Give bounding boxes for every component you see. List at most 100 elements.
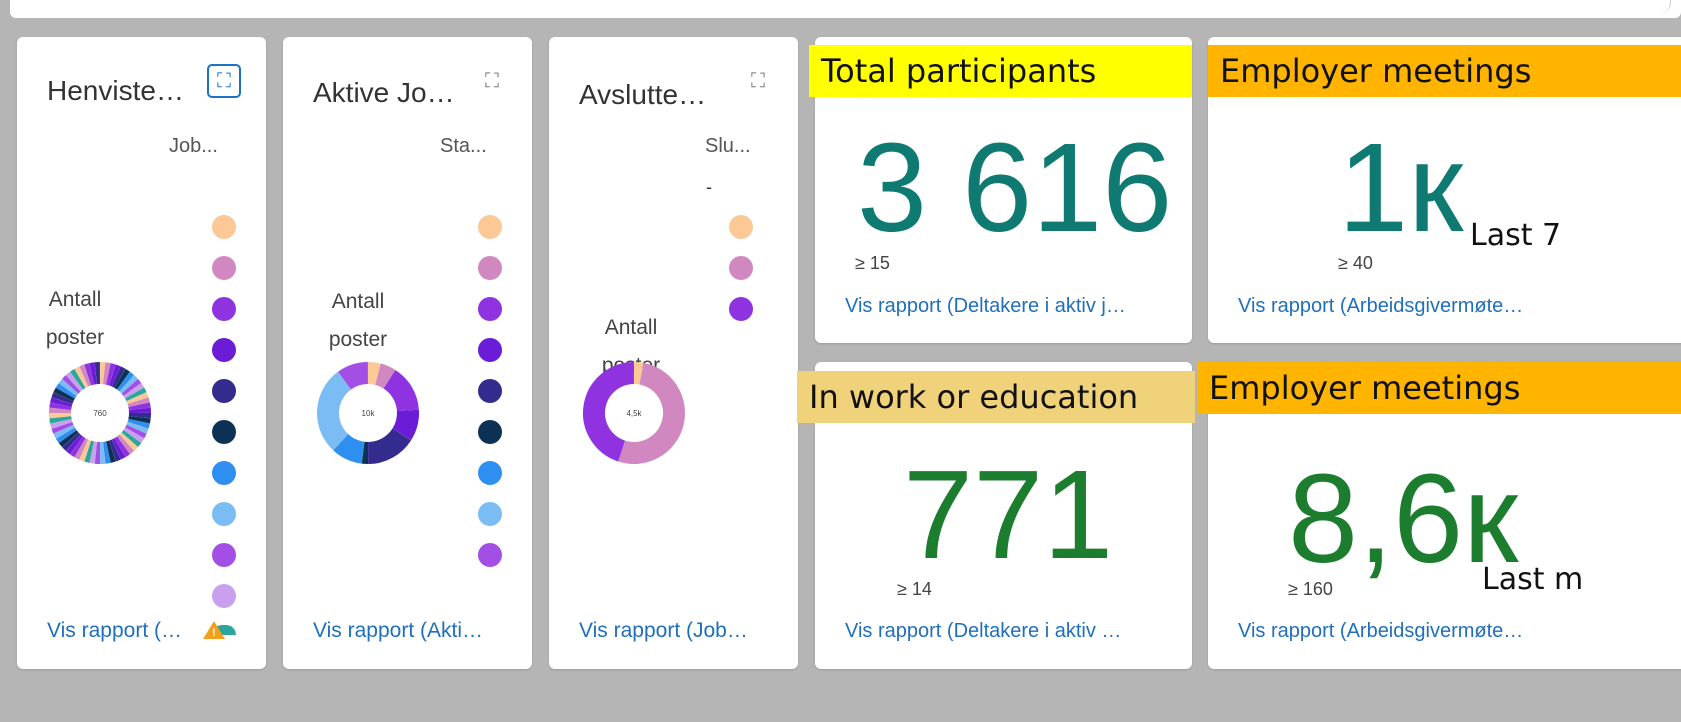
legend-dot[interactable] [478, 256, 502, 280]
view-report-link[interactable]: Vis rapport (Arbeidsgivermøte… [1238, 295, 1523, 318]
donut-card-avsluttede[interactable]: Avslutte… ⛶ Slu... - Antall poster 4,5k … [549, 37, 798, 669]
donut-segment[interactable] [84, 440, 95, 463]
donut-segment[interactable] [108, 439, 121, 462]
donut-card-aktive[interactable]: Aktive Jo… ⛶ Sta... Antall poster 10k Vi… [283, 37, 532, 669]
donut-segment[interactable] [126, 392, 149, 405]
donut-segment[interactable] [74, 366, 89, 388]
donut-segment[interactable] [119, 432, 138, 451]
donut-segment[interactable] [55, 383, 77, 399]
donut-segment[interactable] [128, 402, 151, 411]
view-report-link[interactable]: Vis rapport (Deltakere i aktiv … [845, 620, 1121, 643]
donut-segment[interactable] [383, 369, 419, 412]
donut-segment[interactable] [70, 436, 86, 458]
donut-segment[interactable] [633, 362, 644, 385]
donut-segment[interactable] [121, 378, 142, 397]
donut-segment[interactable] [125, 424, 147, 439]
legend-dot[interactable] [478, 461, 502, 485]
legend-dot[interactable] [212, 461, 236, 485]
donut-segment[interactable] [84, 363, 95, 386]
donut-segment[interactable] [123, 427, 145, 443]
donut-segment[interactable] [126, 421, 149, 434]
legend-dot[interactable] [478, 379, 502, 403]
donut-segment[interactable] [374, 363, 396, 389]
donut-segment[interactable] [125, 387, 147, 402]
donut-segment[interactable] [111, 366, 126, 388]
donut-segment[interactable] [79, 364, 92, 387]
view-report-link[interactable]: Vis rapport (Akti… [313, 619, 483, 643]
donut-segment[interactable] [89, 362, 98, 385]
donut-segment[interactable] [392, 409, 419, 441]
view-report-link[interactable]: Vis rapport (Arbeidsgivermøte… [1238, 620, 1523, 643]
legend-dot[interactable] [478, 502, 502, 526]
donut-segment[interactable] [114, 436, 130, 458]
donut-segment[interactable] [116, 371, 135, 392]
donut-segment[interactable] [50, 397, 73, 408]
donut-segment[interactable] [128, 415, 151, 424]
legend-dot[interactable] [478, 215, 502, 239]
card-title: Henviste… [47, 75, 184, 106]
view-report-link[interactable]: Vis rapport (Deltakere i aktiv j… [845, 295, 1126, 318]
donut-segment[interactable] [338, 362, 369, 390]
donut-segment[interactable] [58, 429, 79, 448]
legend-dot[interactable] [212, 420, 236, 444]
donut-segment[interactable] [121, 429, 142, 448]
legend-dot[interactable] [212, 379, 236, 403]
donut-segment[interactable] [53, 387, 75, 402]
donut-segment[interactable] [51, 392, 74, 405]
donut-segment[interactable] [119, 375, 138, 394]
donut-segment[interactable] [58, 378, 79, 397]
donut-segment[interactable] [111, 438, 126, 460]
donut-segment[interactable] [102, 362, 111, 385]
donut-segment[interactable] [49, 415, 72, 424]
legend-dot[interactable] [212, 297, 236, 321]
donut-segment[interactable] [105, 440, 116, 463]
expand-icon[interactable]: ⛶ [475, 64, 509, 98]
donut-segment[interactable] [102, 441, 111, 464]
donut-segment[interactable] [51, 421, 74, 434]
donut-segment[interactable] [114, 368, 130, 390]
donut-segment[interactable] [127, 418, 150, 429]
donut-segment[interactable] [123, 383, 145, 399]
legend-dot[interactable] [478, 297, 502, 321]
expand-icon[interactable]: ⛶ [207, 64, 241, 98]
donut-segment[interactable] [127, 397, 150, 408]
donut-card-henviste[interactable]: Henviste… ⛶ Job... Antall poster 760 Vis… [17, 37, 266, 669]
donut-chart[interactable]: 4,5k [581, 360, 687, 466]
legend-dot[interactable] [478, 338, 502, 362]
legend-dot[interactable] [212, 256, 236, 280]
donut-segment[interactable] [65, 371, 84, 392]
donut-segment[interactable] [65, 434, 84, 455]
donut-segment[interactable] [55, 427, 77, 443]
donut-segment[interactable] [317, 371, 352, 451]
donut-segment[interactable] [116, 434, 135, 455]
donut-chart[interactable]: 760 [47, 360, 153, 466]
donut-segment[interactable] [105, 363, 116, 386]
legend-dot[interactable] [729, 215, 753, 239]
view-report-link[interactable]: Vis rapport (… [47, 619, 182, 643]
donut-segment[interactable] [53, 424, 75, 439]
legend-dot[interactable] [212, 502, 236, 526]
donut-segment[interactable] [50, 418, 73, 429]
donut-segment[interactable] [70, 368, 86, 390]
donut-segment[interactable] [108, 364, 121, 387]
legend-dot[interactable] [212, 338, 236, 362]
donut-segment[interactable] [89, 441, 98, 464]
donut-segment[interactable] [62, 375, 81, 394]
legend-dot[interactable] [478, 543, 502, 567]
legend-dot[interactable] [212, 215, 236, 239]
legend-dot[interactable] [729, 297, 753, 321]
donut-segment[interactable] [333, 433, 366, 464]
donut-segment[interactable] [367, 427, 412, 464]
legend-dot[interactable] [212, 584, 236, 608]
expand-icon[interactable]: ⛶ [741, 64, 775, 98]
donut-segment[interactable] [62, 432, 81, 451]
view-report-link[interactable]: Vis rapport (Job… [579, 619, 748, 643]
donut-segment[interactable] [74, 438, 89, 460]
donut-segment[interactable] [367, 362, 381, 385]
legend-dot[interactable] [729, 256, 753, 280]
donut-segment[interactable] [49, 402, 72, 411]
donut-chart[interactable]: 10k [315, 360, 421, 466]
legend-dot[interactable] [212, 543, 236, 567]
legend-dot[interactable] [478, 420, 502, 444]
donut-segment[interactable] [79, 439, 92, 462]
